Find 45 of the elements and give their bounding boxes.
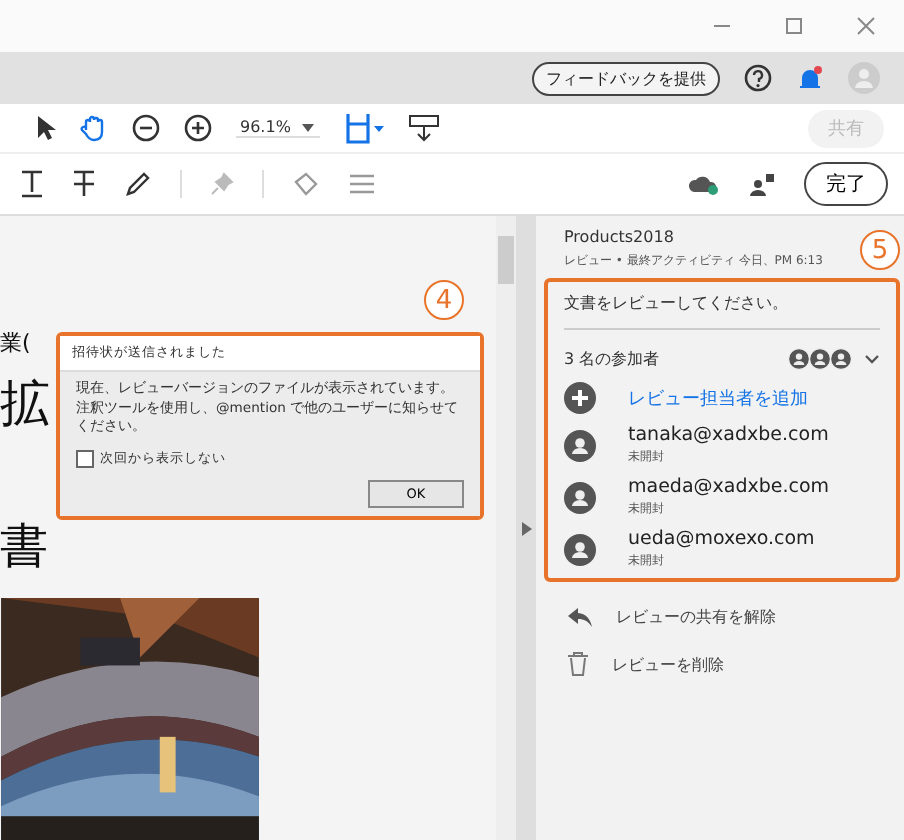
lines-icon[interactable]	[348, 172, 376, 196]
callout-number: 4	[424, 280, 464, 320]
cloud-icon[interactable]	[688, 172, 720, 196]
add-icon[interactable]	[564, 382, 596, 414]
zoom-in-icon[interactable]	[184, 114, 212, 142]
user-icon	[564, 533, 596, 565]
done-button[interactable]: 完了	[804, 162, 888, 206]
help-icon[interactable]	[744, 64, 772, 92]
expand-icon[interactable]	[521, 521, 531, 535]
user-icon	[564, 429, 596, 461]
participant-email: ueda@moxexo.com	[628, 528, 815, 550]
maximize-icon[interactable]	[784, 16, 804, 36]
user-icon	[564, 481, 596, 513]
feedback-button[interactable]: フィードバックを提供	[532, 61, 720, 95]
add-reviewer-link[interactable]: レビュー担当者を追加	[628, 385, 808, 411]
document-heading: 拡	[0, 372, 50, 436]
close-icon[interactable]	[856, 16, 876, 36]
document-text: 業(	[0, 328, 31, 358]
caret-icon	[302, 123, 315, 131]
zoom-out-icon[interactable]	[132, 114, 160, 142]
document-heading: 書	[0, 518, 48, 574]
people-icon[interactable]	[748, 172, 776, 196]
trash-icon	[568, 652, 588, 676]
checkbox[interactable]	[76, 449, 94, 468]
avatars-icon	[788, 348, 852, 370]
text-underline-icon[interactable]	[20, 170, 44, 198]
review-action[interactable]: レビューの共有を解除	[568, 606, 900, 628]
participants-count: 3 名の参加者	[564, 348, 660, 370]
chevron-down-icon[interactable]	[864, 354, 880, 364]
participant-email: maeda@xadxbe.com	[628, 476, 830, 498]
zoom-dropdown[interactable]: 96.1%	[236, 118, 320, 138]
participant-email: tanaka@xadxbe.com	[628, 424, 829, 446]
bell-icon[interactable]	[796, 64, 824, 92]
scrollbar[interactable]	[496, 216, 516, 840]
review-action[interactable]: レビューを削除	[568, 652, 900, 676]
file-name: Products2018	[564, 228, 676, 246]
callout-number: 5	[860, 230, 900, 270]
pencil-icon[interactable]	[124, 170, 152, 198]
review-message: 文書をレビューしてください。	[564, 292, 880, 330]
scroll-mode-icon[interactable]	[408, 114, 440, 142]
page-fit-icon[interactable]	[344, 112, 384, 144]
strikethrough-icon[interactable]	[72, 170, 96, 198]
hand-icon[interactable]	[80, 114, 108, 142]
reply-arrow-icon	[568, 607, 592, 627]
pointer-icon[interactable]	[36, 114, 56, 142]
